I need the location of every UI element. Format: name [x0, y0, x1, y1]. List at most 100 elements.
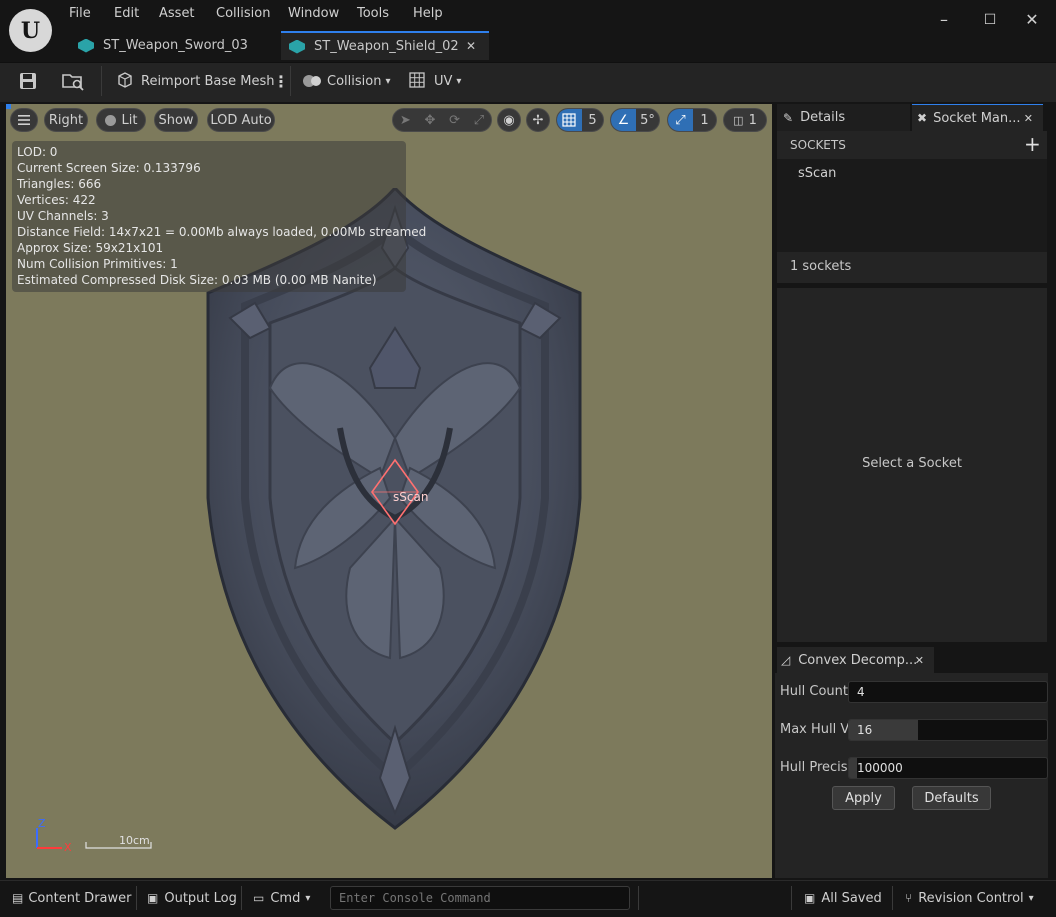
menu-collision[interactable]: Collision	[216, 6, 270, 24]
menu-tools[interactable]: Tools	[357, 6, 389, 24]
scale-tool-icon[interactable]: ⤢	[474, 113, 484, 128]
surface-snap-icon: ✢	[532, 112, 544, 128]
output-log-icon: ▣	[147, 891, 159, 905]
tab-convex-decomposition[interactable]: ◿ Convex Decomp... ✕	[777, 647, 934, 673]
lighting-mode-button[interactable]: Lit	[96, 108, 146, 132]
collision-dropdown[interactable]: Collision ▾	[302, 62, 390, 100]
socket-icon: ✖	[917, 111, 928, 125]
viewport-menu-button[interactable]	[10, 108, 38, 132]
all-saved-button[interactable]: ▣ All Saved	[804, 884, 882, 912]
slider-fill	[849, 758, 857, 778]
close-tab-icon[interactable]: ✕	[1024, 112, 1033, 125]
tab-label: ST_Weapon_Sword_03	[103, 38, 248, 53]
move-tool-icon[interactable]: ✥	[424, 113, 435, 128]
content-drawer-icon: ▤	[12, 891, 24, 905]
select-socket-message: Select a Socket	[862, 456, 962, 471]
revision-control-dropdown[interactable]: ⑂ Revision Control ▾	[905, 884, 1034, 912]
reimport-button[interactable]: Reimport Base Mesh	[115, 62, 275, 100]
output-log-button[interactable]: ▣ Output Log	[147, 884, 237, 912]
stat-distance-field: Distance Field: 14x7x21 = 0.00Mb always …	[17, 225, 427, 239]
sockets-header: SOCKETS +	[777, 131, 1047, 159]
camera-speed-button[interactable]: ◫ 1	[723, 108, 767, 132]
statusbar-separator	[241, 886, 242, 910]
camera-speed-value: 1	[748, 112, 757, 128]
pencil-icon: ✎	[783, 110, 794, 125]
menu-help[interactable]: Help	[413, 6, 443, 24]
revision-control-label: Revision Control	[918, 890, 1024, 906]
close-window-button[interactable]: ✕	[1020, 8, 1044, 32]
branch-icon: ⑂	[905, 891, 913, 905]
menu-window[interactable]: Window	[288, 6, 339, 24]
statusbar-separator	[791, 886, 792, 910]
static-mesh-icon	[289, 39, 305, 54]
hull-count-input[interactable]: 4	[848, 681, 1048, 703]
rotate-tool-icon[interactable]: ⟳	[449, 113, 460, 128]
apply-button[interactable]: Apply	[832, 786, 895, 810]
tab-socket-manager[interactable]: ✖ Socket Man... ✕	[912, 104, 1043, 131]
uv-grid-icon	[409, 72, 425, 88]
console-command-input[interactable]	[330, 886, 630, 910]
scale-snap-icon: ⤢	[668, 109, 693, 131]
output-log-label: Output Log	[164, 890, 237, 906]
collision-icon	[303, 75, 321, 87]
all-saved-label: All Saved	[821, 890, 882, 906]
coordinate-space-button[interactable]: ◉	[497, 108, 521, 132]
hull-count-label: Hull Count	[780, 684, 848, 699]
maximize-button[interactable]: ☐	[978, 8, 1002, 32]
tab-details[interactable]: ✎ Details	[777, 104, 910, 131]
tab-shield[interactable]: ST_Weapon_Shield_02 ✕	[281, 31, 489, 60]
show-button[interactable]: Show	[154, 108, 198, 132]
transform-tools[interactable]: ➤ ✥ ⟳ ⤢	[392, 108, 492, 132]
tab-label: ST_Weapon_Shield_02	[314, 39, 459, 54]
cmd-dropdown[interactable]: ▭ Cmd ▾	[253, 884, 310, 912]
statusbar-separator	[638, 886, 639, 910]
save-button[interactable]	[18, 62, 38, 100]
lod-button[interactable]: LOD Auto	[207, 108, 275, 132]
viewport-focus-marker	[6, 104, 11, 109]
stat-disk-size: Estimated Compressed Disk Size: 0.03 MB …	[17, 273, 377, 287]
save-icon	[20, 73, 36, 89]
view-mode-button[interactable]: Right	[44, 108, 88, 132]
rotation-snap-toggle[interactable]: ∠ 5°	[610, 108, 660, 132]
menu-edit[interactable]: Edit	[114, 6, 139, 24]
more-options-icon[interactable]: ⋮	[273, 62, 289, 100]
socket-label[interactable]: sScan	[393, 490, 428, 504]
stat-approx-size: Approx Size: 59x21x101	[17, 241, 164, 255]
static-mesh-icon	[78, 38, 94, 53]
close-tab-icon[interactable]: ✕	[466, 39, 476, 53]
hull-precision-slider[interactable]: 100000	[848, 757, 1048, 779]
uv-dropdown[interactable]: UV ▾	[409, 62, 461, 100]
terminal-icon: ▭	[253, 891, 265, 905]
surface-snap-button[interactable]: ✢	[526, 108, 550, 132]
scale-snap-toggle[interactable]: ⤢ 1	[667, 108, 717, 132]
unreal-logo-icon[interactable]: U	[9, 9, 52, 52]
details-tab-label: Details	[800, 110, 846, 125]
rotation-snap-value: 5°	[640, 112, 655, 128]
defaults-button[interactable]: Defaults	[912, 786, 991, 810]
browse-button[interactable]	[62, 62, 84, 100]
chevron-down-icon: ▾	[305, 892, 311, 904]
grid-snap-toggle[interactable]: 5	[556, 108, 604, 132]
tab-sword[interactable]: ST_Weapon_Sword_03	[70, 31, 278, 60]
grid-snap-icon	[557, 109, 582, 131]
lighting-label: Lit	[121, 112, 138, 128]
statusbar-separator	[136, 886, 137, 910]
menu-file[interactable]: File	[69, 6, 91, 24]
globe-icon: ◉	[503, 112, 515, 128]
convex-icon: ◿	[781, 653, 791, 667]
minimize-button[interactable]: –	[932, 8, 956, 32]
angle-snap-icon: ∠	[611, 109, 636, 131]
select-tool-icon[interactable]: ➤	[400, 113, 411, 128]
convex-tab-label: Convex Decomp...	[798, 652, 918, 668]
reimport-icon	[118, 72, 132, 88]
add-socket-button[interactable]: +	[1024, 132, 1041, 156]
close-tab-icon[interactable]: ✕	[915, 654, 924, 667]
menu-asset[interactable]: Asset	[159, 6, 195, 24]
uv-label: UV	[434, 73, 453, 89]
content-drawer-button[interactable]: ▤ Content Drawer	[12, 884, 131, 912]
stat-lod: LOD: 0	[17, 145, 58, 159]
camera-icon: ◫	[733, 113, 744, 127]
socket-list-item[interactable]: sScan	[798, 166, 836, 181]
max-hull-verts-slider[interactable]: 16	[848, 719, 1048, 741]
chevron-down-icon: ▾	[385, 75, 391, 87]
